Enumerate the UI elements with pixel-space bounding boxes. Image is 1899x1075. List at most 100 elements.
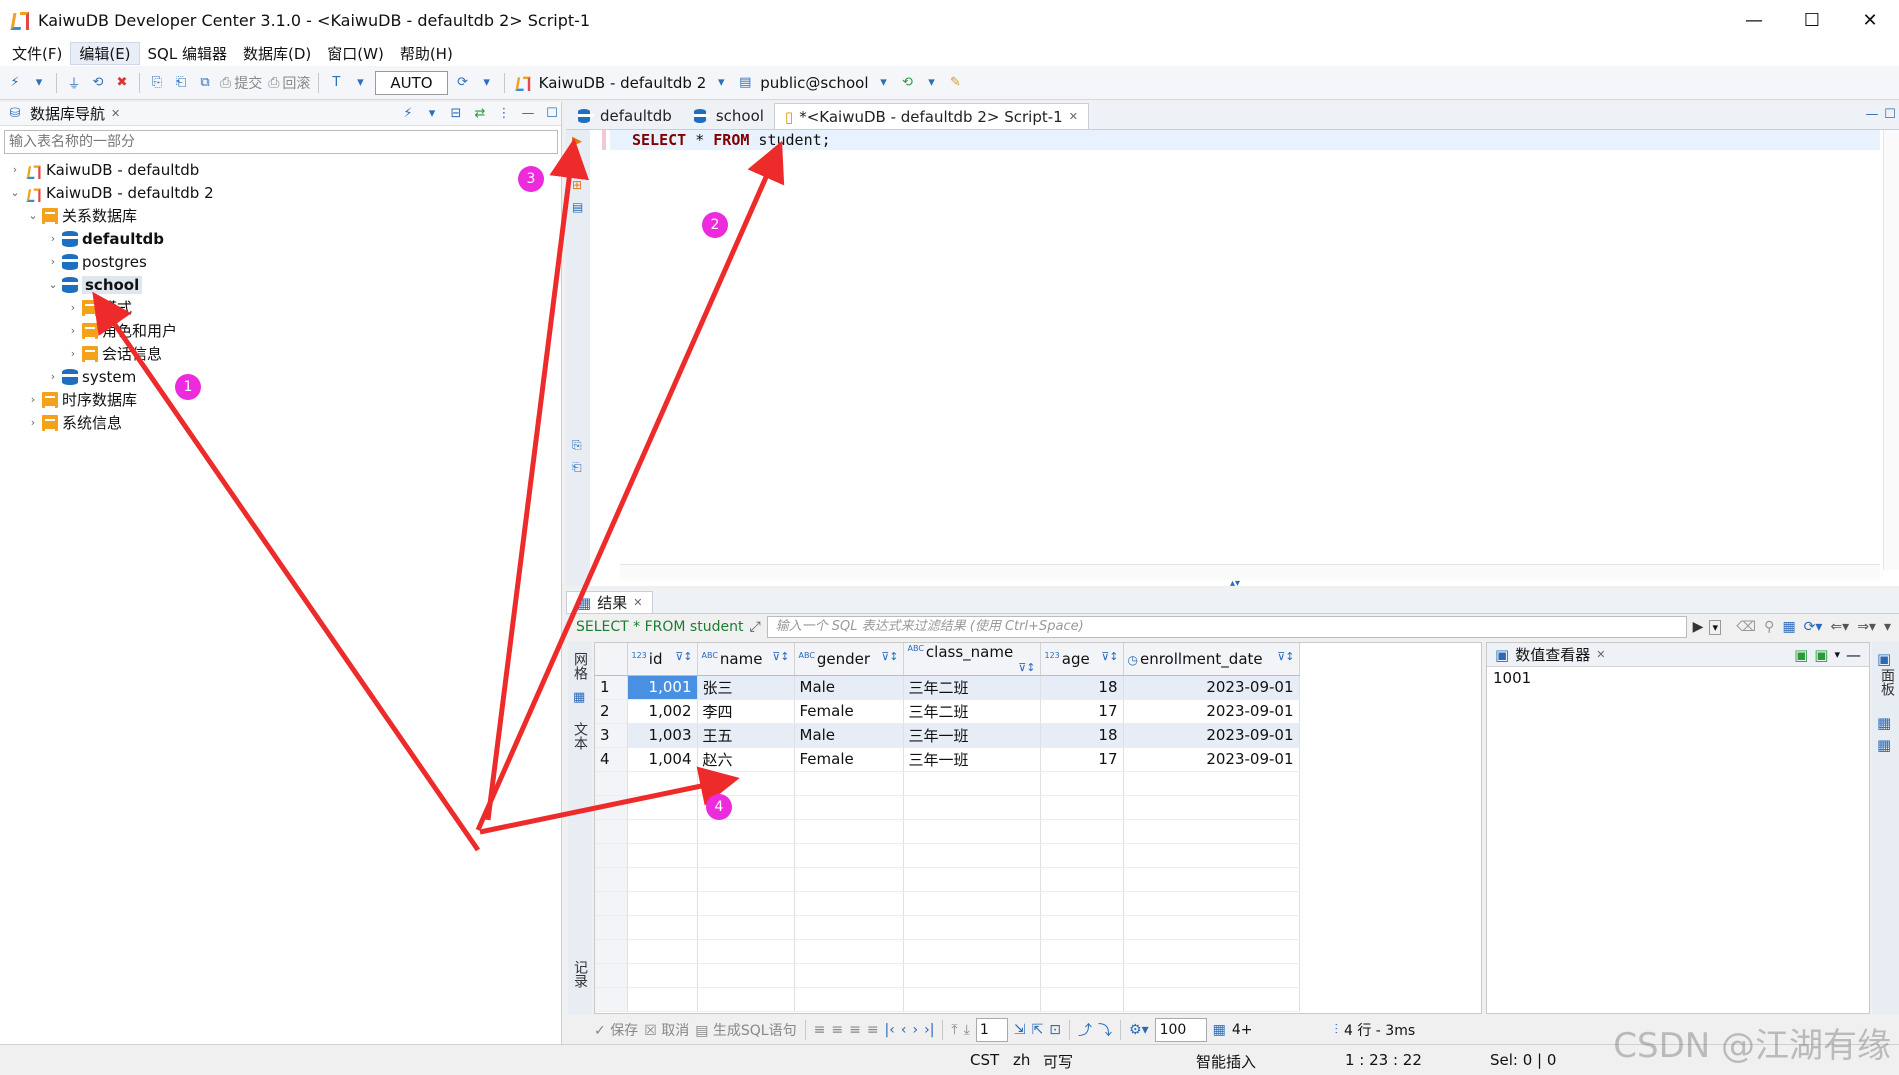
tree-node-sysinfo[interactable]: › 系统信息: [0, 411, 561, 434]
tree-node-relational[interactable]: ⌄ 关系数据库: [0, 204, 561, 227]
prev-page-icon[interactable]: ‹: [901, 1022, 907, 1038]
apply-filter-icon[interactable]: ▶: [1693, 619, 1704, 635]
chevron-right-icon[interactable]: ›: [26, 416, 40, 429]
table-cell[interactable]: Female: [794, 747, 904, 772]
tree-node-conn1[interactable]: › KaiwuDB - defaultdb: [0, 158, 561, 181]
chevron-down-icon[interactable]: ⌄: [8, 186, 22, 199]
column-header-name[interactable]: ABC name ⊽↕: [697, 643, 795, 676]
dropdown-icon[interactable]: ▾: [923, 74, 941, 92]
table-cell[interactable]: 李四: [697, 699, 795, 724]
menu-help[interactable]: 帮助(H): [392, 43, 461, 64]
tab-school[interactable]: school: [682, 103, 774, 129]
chevron-right-icon[interactable]: ›: [26, 393, 40, 406]
table-cell[interactable]: 1,001: [627, 675, 698, 700]
table-cell[interactable]: 2023-09-01: [1123, 723, 1300, 748]
sort-filter-icon[interactable]: ⊽↕: [675, 650, 692, 663]
table-cell[interactable]: 1,003: [627, 723, 698, 748]
query-label[interactable]: SELECT * FROM student: [570, 619, 749, 635]
minimize-button[interactable]: —: [1725, 0, 1783, 40]
value-viewer-content[interactable]: 1001: [1487, 667, 1869, 689]
commit-button[interactable]: ⎙ 提交: [220, 73, 262, 93]
menu-file[interactable]: 文件(F): [4, 43, 70, 64]
maximize-button[interactable]: ☐: [1783, 0, 1841, 40]
tree-node-school[interactable]: ⌄ school: [0, 273, 561, 296]
fetch-next-icon[interactable]: ⤓: [964, 1022, 970, 1038]
fetch-more-icon[interactable]: ⇱: [1032, 1022, 1044, 1038]
chevron-right-icon[interactable]: ›: [66, 347, 80, 360]
tree-node-sessions[interactable]: › 会话信息: [0, 342, 561, 365]
chevron-right-icon[interactable]: ›: [46, 232, 60, 245]
more-icon[interactable]: ▾: [1884, 619, 1891, 635]
grid-icon[interactable]: ▦: [573, 690, 585, 705]
collapse-icon[interactable]: ⊟: [447, 105, 465, 123]
explain-plan-icon[interactable]: ▤: [572, 200, 583, 214]
tree-node-roles[interactable]: › 角色和用户: [0, 319, 561, 342]
refresh-icon[interactable]: ⊡: [1049, 1022, 1061, 1038]
dropdown-icon[interactable]: ▾: [875, 74, 893, 92]
column-header-id[interactable]: 123 id ⊽↕: [627, 643, 698, 676]
transaction-log-icon[interactable]: ⎗: [172, 74, 190, 92]
disconnect-icon[interactable]: ✖: [113, 74, 131, 92]
refresh-results-icon[interactable]: ⟳▾: [1804, 619, 1823, 635]
chevron-right-icon[interactable]: ›: [66, 324, 80, 337]
chevron-right-icon[interactable]: ›: [46, 255, 60, 268]
menu-window[interactable]: 窗口(W): [319, 43, 392, 64]
rollback-button[interactable]: ⎙ 回滚: [268, 73, 310, 93]
reconnect-icon[interactable]: ⟲: [89, 74, 107, 92]
link-editor-icon[interactable]: ⇄: [471, 105, 489, 123]
close-icon[interactable]: ✕: [1596, 648, 1605, 661]
sort-filter-icon[interactable]: ⊽↕: [1277, 650, 1294, 663]
table-filter-input[interactable]: 输入表名称的一部分: [4, 130, 558, 154]
dropdown-icon[interactable]: ▾: [1834, 648, 1840, 661]
filter-history-icon[interactable]: ▾: [1709, 619, 1721, 635]
chevron-right-icon[interactable]: ›: [66, 301, 80, 314]
table-row[interactable]: 3 1,003 王五 Male 三年一班 18 2023-09-01: [595, 723, 1300, 748]
export-icon[interactable]: ⎘: [572, 438, 582, 453]
sql-editor[interactable]: ▶ ⊞ ⊞ ▤ ⎘ ⎗ SELECT * FROM student;: [566, 130, 1899, 586]
maximize-icon[interactable]: ☐: [543, 105, 561, 123]
dropdown-icon[interactable]: ▾: [712, 74, 730, 92]
table-cell[interactable]: Male: [794, 723, 904, 748]
column-header-class-name[interactable]: ABC class_name ⊽↕: [903, 643, 1041, 676]
refresh-schema-icon[interactable]: ⟲: [899, 74, 917, 92]
pin-icon[interactable]: ✎: [947, 74, 965, 92]
record-view-tab[interactable]: 记录: [570, 960, 590, 988]
dropdown-icon[interactable]: ▾: [351, 74, 369, 92]
menu-database[interactable]: 数据库(D): [235, 43, 319, 64]
dropdown-icon[interactable]: ▾: [423, 105, 441, 123]
minimize-icon[interactable]: —: [1846, 646, 1861, 664]
table-cell[interactable]: 王五: [697, 723, 795, 748]
vertical-scrollbar[interactable]: [1883, 130, 1899, 570]
cancel-edit-button[interactable]: ☒ 取消: [644, 1020, 689, 1040]
last-page-icon[interactable]: ›|: [924, 1022, 934, 1038]
export-icon[interactable]: ⤴: [1078, 1020, 1092, 1040]
table-cell[interactable]: 三年二班: [903, 675, 1041, 700]
copy-row-icon[interactable]: ≡: [849, 1022, 861, 1038]
tree-node-defaultdb[interactable]: › defaultdb: [0, 227, 561, 250]
tab-defaultdb[interactable]: defaultdb: [566, 103, 682, 129]
tree-node-conn2[interactable]: ⌄ KaiwuDB - defaultdb 2: [0, 181, 561, 204]
execute-script-icon[interactable]: ⊞: [572, 156, 582, 170]
row-number[interactable]: 3: [595, 723, 628, 748]
close-button[interactable]: ✕: [1841, 0, 1899, 40]
execute-statement-icon[interactable]: ▶: [572, 134, 582, 149]
tree-node-postgres[interactable]: › postgres: [0, 250, 561, 273]
minimize-icon[interactable]: —: [1863, 105, 1881, 123]
dropdown-icon[interactable]: ▾: [478, 74, 496, 92]
chevron-right-icon[interactable]: ›: [8, 163, 22, 176]
active-schema-selector[interactable]: public@school: [760, 74, 868, 92]
filter-settings-icon[interactable]: ⚲: [1764, 619, 1774, 635]
close-icon[interactable]: ✕: [1069, 110, 1078, 123]
transaction-icon[interactable]: ⎘: [148, 74, 166, 92]
close-icon[interactable]: ✕: [111, 107, 120, 120]
menu-sql-editor[interactable]: SQL 编辑器: [140, 43, 235, 64]
sql-code-line[interactable]: SELECT * FROM student;: [610, 130, 1880, 150]
add-row-icon[interactable]: ≡: [831, 1022, 843, 1038]
chevron-down-icon[interactable]: ⌄: [46, 278, 60, 291]
expand-filter-icon[interactable]: ⤢: [749, 619, 760, 635]
horizontal-scrollbar[interactable]: [620, 564, 1880, 580]
table-cell[interactable]: Female: [794, 699, 904, 724]
table-row[interactable]: 1 1,001 张三 Male 三年二班 18 2023-09-01: [595, 675, 1300, 700]
maximize-icon[interactable]: ☐: [1881, 105, 1899, 123]
chevron-right-icon[interactable]: ›: [46, 370, 60, 383]
